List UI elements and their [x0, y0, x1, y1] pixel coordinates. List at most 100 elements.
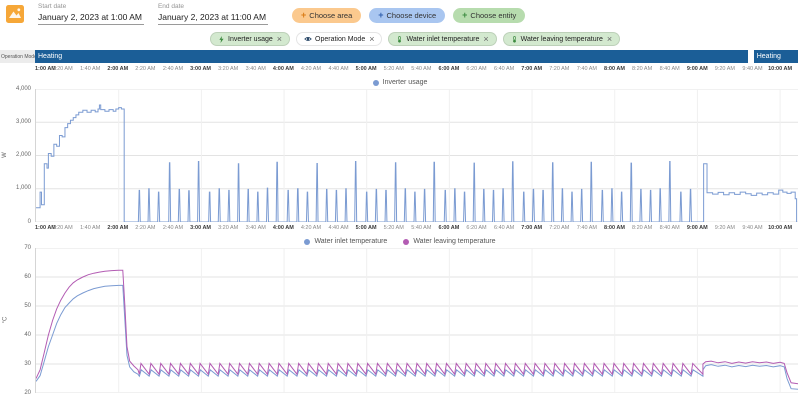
end-date-label: End date [157, 3, 184, 10]
legend-color-dot [403, 238, 410, 245]
toolbar: Start date January 2, 2023 at 1:00 AM En… [0, 0, 800, 30]
time-tick-label: 4:40 AM [328, 66, 349, 72]
time-tick-label: 7:20 AM [549, 225, 570, 231]
time-tick-label: 4:00 AM [272, 66, 294, 72]
time-tick-label: 2:40 AM [162, 225, 184, 231]
inverter-usage-plot[interactable] [35, 89, 798, 222]
operation-mode-timeline-bar: Heating Heating [35, 50, 798, 63]
legend-label: Inverter usage [382, 79, 428, 86]
entity-chip[interactable]: Inverter usage × [210, 32, 291, 46]
y-tick-label: 4,000 [15, 85, 31, 92]
time-tick-label: 9:00 AM [686, 66, 708, 72]
time-tick-label: 8:20 AM [631, 66, 653, 72]
timeline-entity-label: Operation Mode [0, 50, 35, 63]
y-tick-label: 60 [24, 273, 31, 280]
entity-chip[interactable]: Water leaving temperature × [502, 32, 621, 46]
inverter-usage-chart: Inverter usage W 4,000 3,000 2,000 1,000 0 1… [0, 76, 800, 235]
time-tick-label: 6:40 AM [494, 66, 515, 72]
choose-buttons-group: + Choose area + Choose device + Choose entity [292, 8, 526, 23]
legend-item[interactable]: Water leaving temperature [403, 238, 496, 245]
time-tick-label: 3:20 AM [218, 66, 239, 72]
legend-item[interactable]: Water inlet temperature [304, 238, 387, 245]
time-tick-label: 9:40 AM [742, 66, 763, 72]
choose-area-button[interactable]: + Choose area [292, 8, 362, 23]
chip-label: Operation Mode [315, 35, 366, 43]
y-tick-label: 30 [24, 360, 31, 367]
thermometer-icon [511, 35, 518, 43]
time-tick-label: 7:40 AM [576, 66, 597, 72]
time-tick-label: 7:40 AM [576, 225, 597, 231]
lightning-icon [218, 35, 225, 43]
time-tick-label: 10:00 AM [768, 66, 793, 72]
start-date-field: Start date January 2, 2023 at 1:00 AM [38, 3, 144, 25]
time-tick-label: 2:20 AM [135, 225, 156, 231]
entity-chip[interactable]: Water inlet temperature × [388, 32, 497, 46]
end-date-input[interactable]: January 2, 2023 at 11:00 AM [157, 10, 269, 25]
chip-remove-icon[interactable]: × [483, 34, 488, 44]
start-date-input[interactable]: January 2, 2023 at 1:00 AM [38, 10, 144, 25]
chip-label: Water leaving temperature [520, 35, 603, 43]
time-tick-label: 1:20 AM [52, 66, 73, 72]
chip-remove-icon[interactable]: × [277, 34, 282, 44]
plus-icon: + [378, 10, 384, 20]
timeline-segment-heating[interactable]: Heating [753, 50, 798, 63]
time-tick-label: 6:00 AM [438, 225, 460, 231]
time-tick-label: 6:00 AM [438, 66, 460, 72]
choose-entity-button[interactable]: + Choose entity [453, 8, 526, 23]
entity-chip[interactable]: Operation Mode × [296, 32, 383, 46]
eye-icon [304, 35, 312, 43]
entity-chips: Inverter usage × Operation Mode × Water inle… [0, 30, 800, 50]
time-tick-label: 6:40 AM [494, 225, 515, 231]
time-tick-label: 3:40 AM [245, 225, 266, 231]
time-tick-label: 7:20 AM [549, 66, 570, 72]
water-temperature-legend: Water inlet temperature Water leaving tem… [0, 235, 800, 248]
start-date-label: Start date [38, 3, 67, 10]
y-tick-label: 2,000 [15, 152, 31, 158]
inverter-usage-legend: Inverter usage [0, 76, 800, 89]
timeline-segment-heating[interactable]: Heating [35, 50, 748, 63]
y-tick-label: 70 [24, 244, 31, 251]
time-tick-label: 8:00 AM [604, 66, 625, 72]
chip-remove-icon[interactable]: × [369, 34, 374, 44]
time-tick-label: 8:40 AM [659, 225, 680, 231]
chip-label: Water inlet temperature [406, 35, 480, 43]
legend-label: Water inlet temperature [314, 238, 388, 245]
time-tick-label: 1:20 AM [52, 225, 73, 231]
y-tick-label: 40 [24, 331, 31, 338]
y-tick-label: 20 [24, 389, 31, 396]
time-tick-label: 3:20 AM [218, 225, 239, 231]
time-tick-label: 4:20 AM [300, 66, 322, 72]
time-tick-label: 5:00 AM [355, 66, 377, 72]
time-tick-label: 1:40 AM [80, 225, 101, 231]
time-tick-label: 2:00 AM [107, 225, 129, 231]
chip-remove-icon[interactable]: × [607, 34, 612, 44]
time-tick-label: 9:40 AM [742, 225, 763, 231]
time-tick-label: 9:00 AM [686, 225, 708, 231]
app-logo-icon [6, 5, 24, 23]
time-tick-label: 7:00 AM [521, 225, 543, 231]
choose-device-button-label: Choose device [386, 11, 437, 20]
choose-area-button-label: Choose area [309, 11, 353, 20]
water-temperature-chart: Water inlet temperature Water leaving tem… [0, 235, 800, 396]
time-tick-label: 4:40 AM [328, 225, 349, 231]
time-tick-label: 9:20 AM [714, 225, 735, 231]
y-axis-unit-label: W [1, 151, 8, 158]
chip-label: Inverter usage [228, 35, 273, 43]
time-tick-label: 3:00 AM [190, 66, 212, 72]
time-tick-label: 3:40 AM [245, 66, 266, 72]
legend-item[interactable]: Inverter usage [372, 79, 428, 86]
thermometer-icon [396, 35, 403, 43]
time-tick-label: 4:20 AM [300, 225, 322, 231]
water-temperature-y-axis: °C 70 60 50 40 30 20 [0, 244, 35, 396]
time-tick-label: 5:20 AM [383, 225, 404, 231]
choose-entity-button-label: Choose entity [470, 11, 517, 20]
time-tick-label: 5:40 AM [411, 225, 432, 231]
water-temperature-plot[interactable] [35, 248, 798, 393]
time-tick-label: 2:20 AM [135, 66, 156, 72]
y-tick-label: 50 [24, 302, 31, 309]
y-axis-unit-label: °C [2, 316, 9, 323]
time-axis-top: 1:00 AM 1:20 AM 1:40 AM 2:00 AM 2:20 AM 2:40 … [35, 63, 798, 76]
choose-device-button[interactable]: + Choose device [369, 8, 446, 23]
time-tick-label: 8:40 AM [659, 66, 680, 72]
time-tick-label: 9:20 AM [714, 66, 735, 72]
